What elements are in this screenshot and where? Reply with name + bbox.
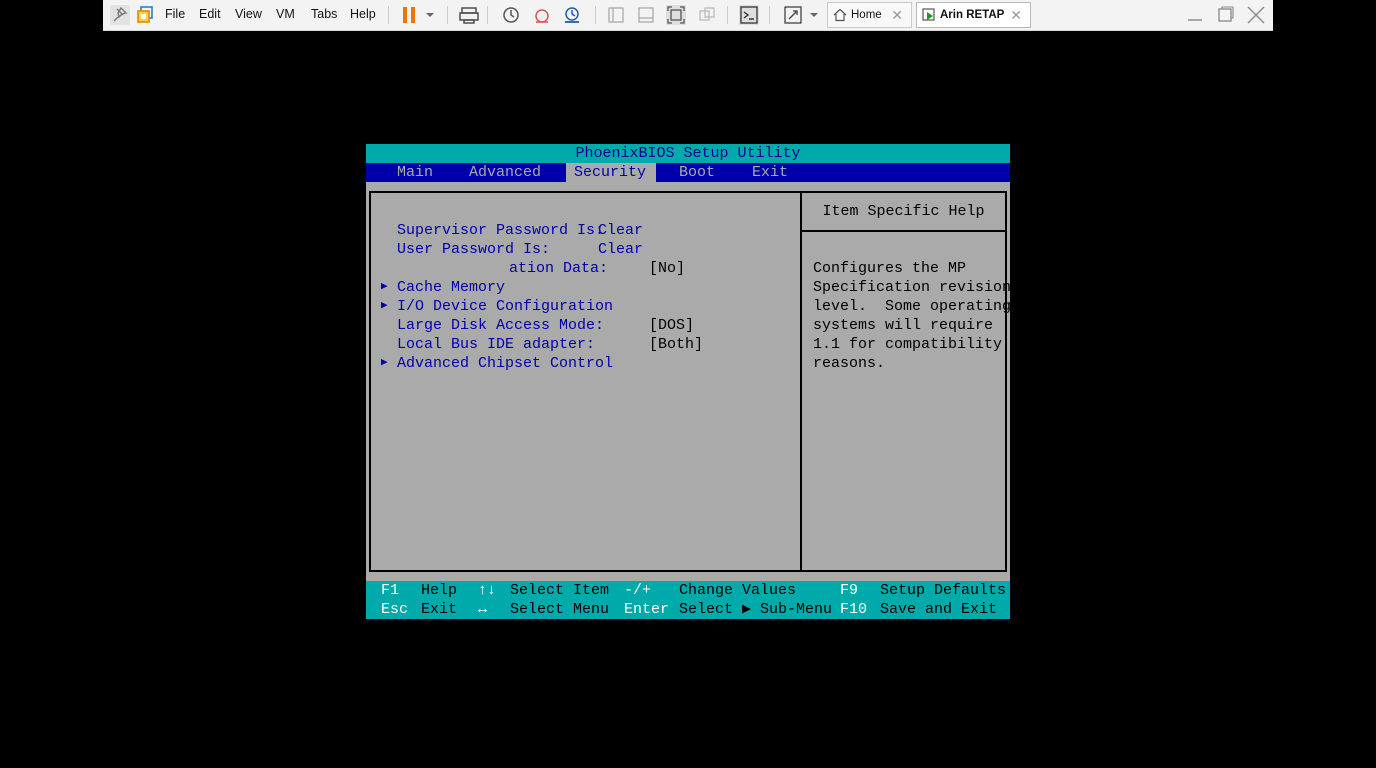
local-bus-ide-label[interactable]: Local Bus IDE adapter: [397,335,595,354]
key-f10: F10 [840,601,868,618]
large-disk-access-value[interactable]: [DOS] [649,316,694,335]
tab-arin-retap-label: Arin RETAP [940,9,1005,21]
key-f9: F9 [840,582,859,599]
stretch-guest-icon[interactable] [783,5,803,25]
library-icon[interactable] [135,5,155,25]
menu-view[interactable]: View [235,0,262,30]
home-icon [833,8,847,22]
configuration-data-value[interactable]: [No] [649,259,685,278]
toolbar-separator [447,6,448,24]
bios-menu-boot[interactable]: Boot [671,163,723,182]
send-ctrl-alt-del-icon[interactable] [459,5,479,25]
key-left-right: ↔ [478,601,488,618]
close-icon[interactable]: ✕ [891,3,903,27]
bios-title: PhoenixBIOS Setup Utility [366,144,1010,163]
key-up-down: ↑↓ [478,582,497,599]
key-minus-plus-desc: Change Values [679,582,797,599]
help-text-line: level. Some operating [813,298,1012,315]
user-password-value: Clear [598,241,644,258]
chevron-down-icon[interactable] [807,5,821,25]
unity-icon[interactable] [697,5,717,25]
key-f10-desc: Save and Exit [880,601,998,618]
toolbar-separator [769,6,770,24]
bios-key-legend: F1 Help ↑↓ Select Item -/+ Change Values… [366,581,1010,619]
bios-main-frame: Item Specific Help Configures the MP Spe… [369,191,1011,572]
menu-edit[interactable]: Edit [199,0,221,30]
toolbar-separator [595,6,596,24]
key-left-right-desc: Select Menu [510,601,610,618]
bios-menu-security[interactable]: Security [566,163,656,182]
snapshot-manager-icon[interactable] [562,5,582,25]
submenu-arrow-icon: ▶ [381,300,388,312]
toolbar-separator [388,6,389,24]
io-device-config-submenu[interactable]: I/O Device Configuration [397,297,613,316]
close-window-icon[interactable] [1245,4,1267,26]
user-password-label[interactable]: User Password Is: [397,240,550,259]
close-icon[interactable]: ✕ [1010,3,1022,27]
key-f1: F1 [381,582,400,599]
toolbar-separator [727,6,728,24]
bios-menu-exit[interactable]: Exit [744,163,796,182]
panel-divider [800,193,802,570]
help-divider [802,230,1005,232]
menu-help[interactable]: Help [350,0,376,30]
key-esc: Esc [381,601,409,618]
configuration-data-label[interactable]: ation Data: [509,259,608,278]
help-title: Item Specific Help [822,203,985,220]
bios-menu-advanced[interactable]: Advanced [461,163,549,182]
advanced-chipset-submenu[interactable]: Advanced Chipset Control [397,354,613,373]
snapshot-take-icon[interactable] [501,5,521,25]
bios-menu-main[interactable]: Main [389,163,441,182]
minimize-icon[interactable] [1184,4,1206,26]
vm-running-icon [922,8,935,21]
key-minus-plus: -/+ [624,582,652,599]
menu-file[interactable]: File [165,0,185,30]
tab-home-label: Home [851,9,882,21]
large-disk-access-label[interactable]: Large Disk Access Mode: [397,316,604,335]
submenu-arrow-icon: ▶ [381,357,388,369]
key-f1-desc: Help [421,582,458,599]
menu-vm[interactable]: VM [276,0,295,30]
tab-arin-retap[interactable]: Arin RETAP ✕ [916,2,1031,28]
pause-icon[interactable] [399,5,419,25]
menu-tabs[interactable]: Tabs [311,0,337,30]
thumbnail-bar-icon[interactable] [636,5,656,25]
tab-home[interactable]: Home ✕ [827,2,912,28]
help-text-line: systems will require [813,317,994,334]
snapshot-revert-icon[interactable] [532,5,552,25]
help-text-line: 1.1 for compatibility [813,336,1003,353]
full-screen-icon[interactable] [666,5,686,25]
show-library-icon[interactable] [606,5,626,25]
pin-icon[interactable] [110,5,130,25]
help-text-line: reasons. [813,355,886,372]
bios-screen[interactable]: PhoenixBIOS Setup Utility Main Advanced … [366,144,1011,619]
maximize-icon[interactable] [1214,4,1236,26]
console-view-icon[interactable] [739,5,759,25]
help-text-line: Specification revision [813,279,1012,296]
cache-memory-submenu[interactable]: Cache Memory [397,278,505,297]
submenu-arrow-icon: ▶ [381,281,388,293]
key-enter-desc: Select ▶ Sub-Menu [679,601,833,618]
key-up-down-desc: Select Item [510,582,610,599]
key-f9-desc: Setup Defaults [880,582,1007,599]
chevron-down-icon[interactable] [423,5,437,25]
supervisor-password-label[interactable]: Supervisor Password Is: [397,221,604,240]
local-bus-ide-value[interactable]: [Both] [649,335,703,354]
supervisor-password-value: Clear [598,222,644,239]
toolbar-separator [487,6,488,24]
vmware-toolbar: File Edit View VM Tabs Help Home ✕ Arin … [103,0,1273,31]
help-text-line: Configures the MP [813,260,967,277]
key-enter: Enter [624,601,670,618]
bios-menu-bar: Main Advanced Security Boot Exit [366,163,1010,182]
key-esc-desc: Exit [421,601,458,618]
